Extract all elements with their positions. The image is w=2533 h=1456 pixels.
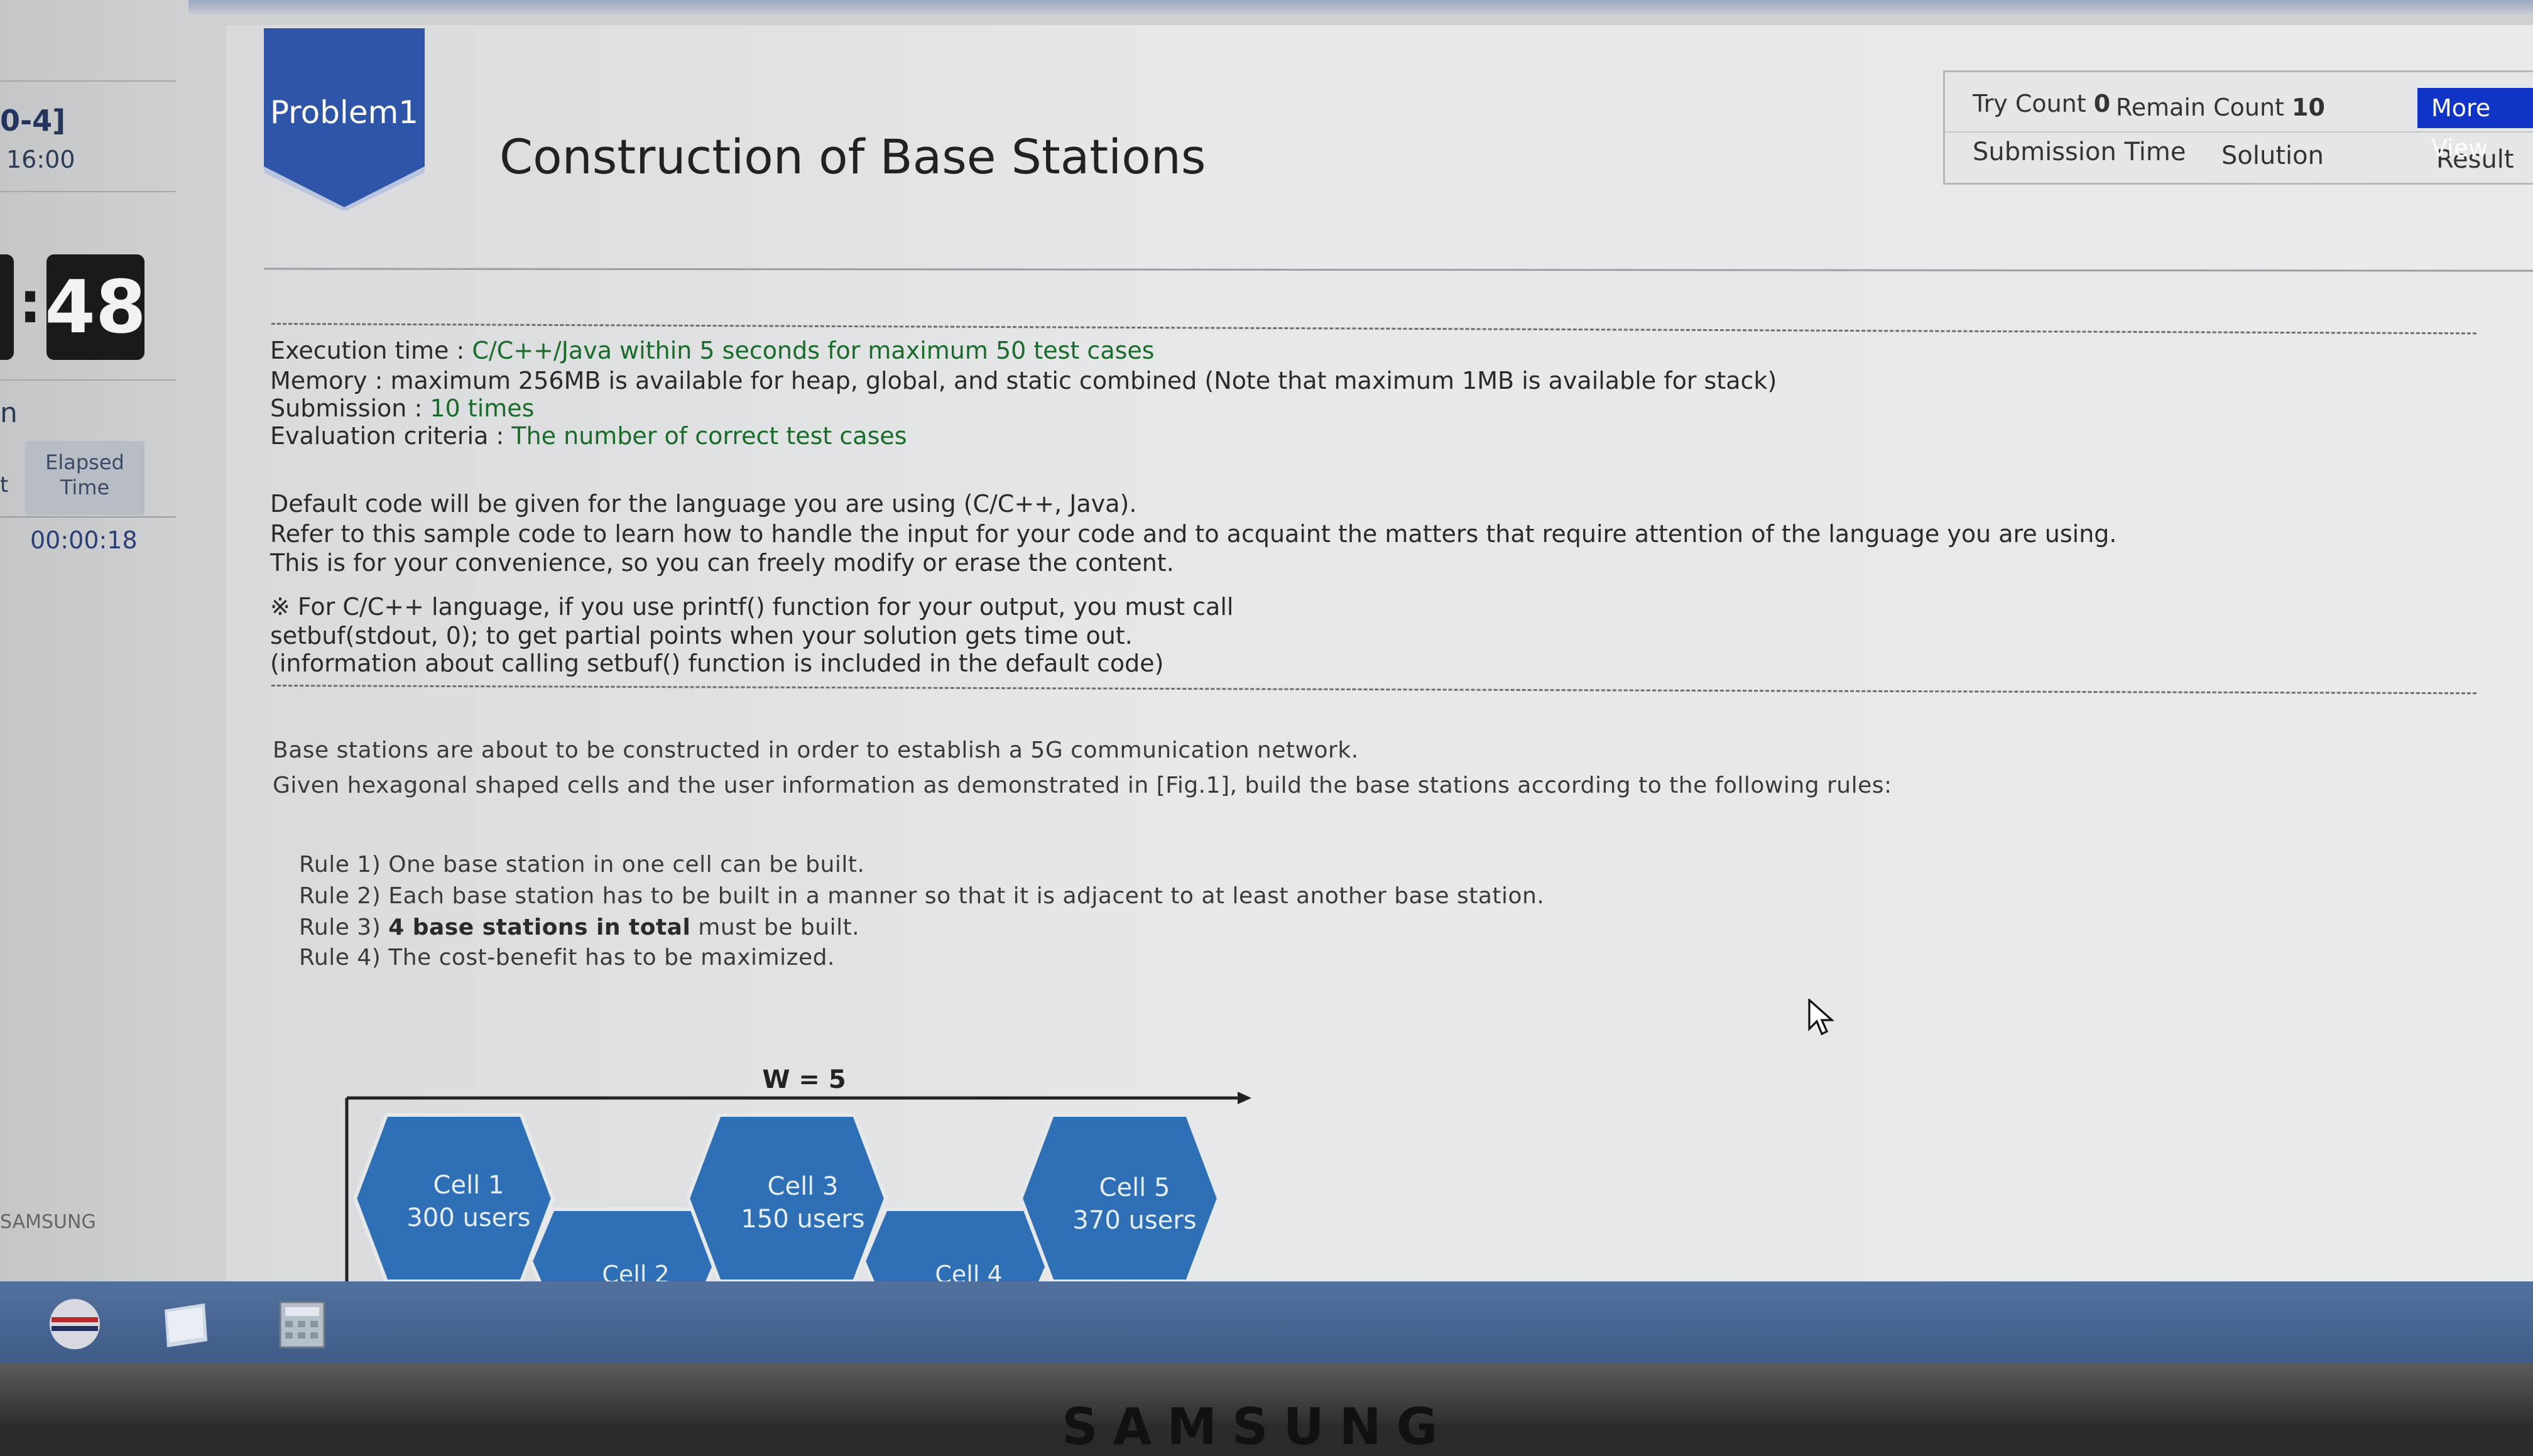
- window-top-bar: [0, 0, 2533, 14]
- description-line-1: Base stations are about to be constructe…: [273, 737, 1359, 763]
- remain-count-label: Remain Count: [2116, 94, 2284, 121]
- cell-5-label: Cell 5: [1099, 1173, 1170, 1202]
- column-solution: Solution: [2221, 141, 2324, 170]
- cell-1-label: Cell 1: [433, 1171, 504, 1200]
- evaluation-value: The number of correct test cases: [511, 422, 907, 450]
- submission-label: Submission :: [270, 394, 430, 422]
- try-count: Try Count 0: [1973, 90, 2110, 117]
- cell-5-users: 370 users: [1072, 1206, 1196, 1235]
- execution-time-value: C/C++/Java within 5 seconds for maximum …: [472, 337, 1155, 364]
- rule-2: Rule 2) Each base station has to be buil…: [299, 883, 1545, 909]
- rule-3-suffix: must be built.: [690, 915, 860, 940]
- sidebar-partial-text: n: [0, 397, 18, 429]
- elapsed-time-value: 00:00:18: [30, 526, 138, 554]
- timer-seconds-tile: 48: [45, 254, 146, 360]
- taskbar: [0, 1281, 2533, 1363]
- sidebar: 0-4] 16:00 : 48 n t Elapsed Time 00:00:1…: [0, 0, 188, 1281]
- mouse-pointer-icon: [1808, 999, 1835, 1036]
- cell-3-users: 150 users: [741, 1205, 864, 1234]
- start-menu-icon[interactable]: [48, 1297, 102, 1351]
- rule-1: Rule 1) One base station in one cell can…: [299, 852, 865, 877]
- evaluation-line: Evaluation criteria : The number of corr…: [270, 422, 907, 450]
- cell-4-label: Cell 4: [935, 1261, 1002, 1281]
- width-arrow-head: [1238, 1092, 1251, 1104]
- calculator-icon[interactable]: [275, 1297, 329, 1351]
- rule-3-prefix: Rule 3): [299, 915, 389, 940]
- elapsed-time-label: Elapsed Time: [25, 441, 144, 515]
- default-code-line-3: This is for your convenience, so you can…: [270, 549, 1174, 577]
- sidebar-divider: [0, 80, 176, 82]
- contest-range-label: 0-4]: [0, 104, 66, 138]
- cell-1-users: 300 users: [406, 1203, 530, 1232]
- remain-count: Remain Count 10: [2116, 94, 2325, 121]
- column-submission-time: Submission Time: [1973, 138, 2186, 166]
- execution-time-label: Execution time :: [270, 337, 472, 364]
- sidebar-divider: [0, 191, 176, 192]
- rule-3-bold: 4 base stations in total: [388, 915, 691, 940]
- file-explorer-icon[interactable]: [158, 1297, 212, 1351]
- problem-title: Construction of Base Stations: [499, 129, 1206, 185]
- sidebar-divider: [0, 516, 176, 518]
- hexagon-cell-figure: W = 5 Cell 2 Cell 4 Cell 1 300 users Cel…: [345, 1065, 1251, 1281]
- note-line-1: ※ For C/C++ language, if you use printf(…: [270, 593, 1234, 621]
- submission-line: Submission : 10 times: [270, 394, 534, 422]
- remain-count-value: 10: [2292, 94, 2325, 121]
- rule-3: Rule 3) 4 base stations in total must be…: [299, 915, 859, 940]
- try-count-label: Try Count: [1973, 90, 2086, 117]
- description-line-2: Given hexagonal shaped cells and the use…: [273, 773, 1892, 798]
- note-line-3: (information about calling setbuf() func…: [270, 649, 1164, 677]
- contest-start-time: 16:00: [6, 146, 75, 173]
- sidebar-divider: [0, 379, 176, 381]
- memory-line: Memory : maximum 256MB is available for …: [270, 367, 1777, 394]
- width-label: W = 5: [762, 1065, 846, 1094]
- timer-tile-partial: [0, 254, 14, 360]
- evaluation-label: Evaluation criteria :: [270, 422, 512, 450]
- default-code-line-1: Default code will be given for the langu…: [270, 490, 1137, 518]
- timer-colon: :: [19, 270, 41, 336]
- try-count-value: 0: [2093, 90, 2111, 117]
- default-code-line-2: Refer to this sample code to learn how t…: [270, 520, 2117, 548]
- execution-time-line: Execution time : C/C++/Java within 5 sec…: [270, 337, 1155, 364]
- screen: 0-4] 16:00 : 48 n t Elapsed Time 00:00:1…: [0, 0, 2533, 1281]
- monitor-brand-logo: SAMSUNG: [1062, 1398, 1453, 1456]
- sidebar-partial-text: t: [0, 472, 9, 497]
- samsung-logo-text: SAMSUNG: [0, 1211, 96, 1233]
- more-view-button[interactable]: More View: [2417, 88, 2533, 162]
- cell-3-label: Cell 3: [768, 1172, 839, 1201]
- rule-4: Rule 4) The cost-benefit has to be maxim…: [299, 945, 835, 970]
- note-line-2: setbuf(stdout, 0); to get partial points…: [270, 622, 1133, 649]
- problem-number-label: Problem1: [270, 94, 419, 131]
- submission-value: 10 times: [430, 394, 535, 422]
- cell-2-label: Cell 2: [602, 1261, 669, 1281]
